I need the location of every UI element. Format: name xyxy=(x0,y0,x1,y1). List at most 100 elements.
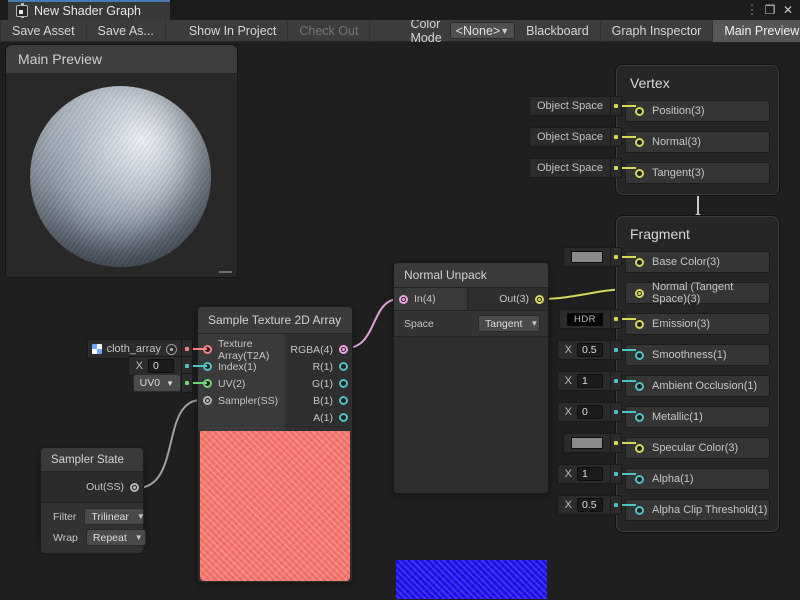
color-mode-dropdown[interactable]: <None> ▼ xyxy=(450,22,515,39)
port-specular-color[interactable] xyxy=(635,444,644,453)
port-dot xyxy=(181,373,193,393)
value-field[interactable]: 1 xyxy=(577,374,603,388)
fragment-node[interactable]: Fragment Base Color(3) Normal (Tangent S… xyxy=(616,216,779,532)
uv-channel-dropdown[interactable]: UV0 ▼ xyxy=(133,374,181,392)
port-dot xyxy=(610,495,622,515)
port-out3[interactable] xyxy=(535,295,544,304)
object-picker-icon[interactable] xyxy=(166,344,177,355)
main-preview-viewport[interactable] xyxy=(6,73,237,277)
port-alpha[interactable] xyxy=(635,475,644,484)
filter-label: Filter xyxy=(53,511,76,523)
texture-thumbnail-icon xyxy=(92,344,102,354)
output-rgba: RGBA(4) xyxy=(285,341,352,358)
toolbar: Save Asset Save As... Show In Project Ch… xyxy=(0,20,800,42)
port-smoothness[interactable] xyxy=(635,351,644,360)
save-as-button[interactable]: Save As... xyxy=(87,20,166,42)
port-normal-tangent-space[interactable] xyxy=(635,289,644,298)
alpha-clip-widget[interactable]: X 0.5 xyxy=(557,495,622,515)
specular-color-widget[interactable] xyxy=(563,433,622,453)
slot-label: UV(2) xyxy=(218,378,245,390)
wire-rgba-to-in4[interactable] xyxy=(346,299,399,348)
emission-hdr-widget[interactable]: HDR xyxy=(559,309,622,329)
maximize-icon[interactable]: ❐ xyxy=(762,1,778,19)
port-dot xyxy=(610,247,622,267)
value-field[interactable]: 0 xyxy=(577,405,603,419)
port-emission[interactable] xyxy=(635,320,644,329)
port-out-ss[interactable] xyxy=(130,483,139,492)
port-normal[interactable] xyxy=(635,138,644,147)
preview-sphere[interactable] xyxy=(30,86,211,267)
blackboard-toggle[interactable]: Blackboard xyxy=(515,20,601,42)
color-swatch[interactable] xyxy=(571,251,603,263)
port-sampler[interactable] xyxy=(203,396,212,405)
port-in4[interactable] xyxy=(399,295,408,304)
space-dropdown[interactable]: Tangent ▼ xyxy=(478,315,540,332)
x-label: X xyxy=(565,406,572,418)
panel-title: Main Preview xyxy=(18,51,102,67)
graph-canvas[interactable]: Main Preview Vertex Position(3) Normal(3… xyxy=(0,42,800,599)
slot-ambient-occlusion: Ambient Occlusion(1) xyxy=(625,375,770,397)
close-icon[interactable]: ✕ xyxy=(780,1,796,19)
slot-label: Out(3) xyxy=(499,293,529,305)
kebab-menu-icon[interactable]: ⋮ xyxy=(744,1,760,19)
chevron-down-icon: ▼ xyxy=(166,379,174,388)
output-out3: Out(3) xyxy=(468,288,548,310)
uv-channel-widget[interactable]: UV0 ▼ xyxy=(133,373,193,393)
wire-samplerstate-to-sampler[interactable] xyxy=(137,400,201,488)
main-preview-toggle[interactable]: Main Preview xyxy=(713,20,800,42)
normal-unpack-node[interactable]: Normal Unpack In(4) Out(3) Space Tangent… xyxy=(393,262,549,494)
uv-channel-value: UV0 xyxy=(140,377,160,389)
port-tangent[interactable] xyxy=(635,169,644,178)
value-field[interactable]: 1 xyxy=(577,467,603,481)
port-rgba[interactable] xyxy=(339,345,348,354)
vertex-node[interactable]: Vertex Position(3) Normal(3) Tangent(3) xyxy=(616,65,779,195)
sampler-state-node[interactable]: Sampler State Out(SS) Filter Trilinear ▼… xyxy=(40,447,144,547)
normal-map-preview xyxy=(396,560,547,599)
tab-new-shader-graph[interactable]: New Shader Graph xyxy=(8,0,170,20)
ambient-occlusion-widget[interactable]: X1 xyxy=(557,371,622,391)
port-metallic[interactable] xyxy=(635,413,644,422)
position-space-widget[interactable]: Object Space xyxy=(529,96,622,116)
alpha-widget[interactable]: X1 xyxy=(557,464,622,484)
slot-label: Specular Color(3) xyxy=(652,442,738,454)
port-base-color[interactable] xyxy=(635,258,644,267)
port-r[interactable] xyxy=(339,362,348,371)
port-a[interactable] xyxy=(339,413,348,422)
port-position[interactable] xyxy=(635,107,644,116)
port-dot xyxy=(610,340,622,360)
show-in-project-button[interactable]: Show In Project xyxy=(178,20,289,42)
save-asset-button[interactable]: Save Asset xyxy=(0,20,87,42)
port-dot xyxy=(610,96,622,116)
smoothness-widget[interactable]: X0.5 xyxy=(557,340,622,360)
slot-label: Normal (Tangent Space)(3) xyxy=(652,281,769,305)
shader-graph-window: New Shader Graph ⋮ ❐ ✕ Save Asset Save A… xyxy=(0,0,800,600)
chevron-down-icon: ▼ xyxy=(135,533,143,542)
normal-space-widget[interactable]: Object Space xyxy=(529,127,622,147)
filter-dropdown[interactable]: Trilinear ▼ xyxy=(84,508,144,525)
port-ambient-occlusion[interactable] xyxy=(635,382,644,391)
value-field[interactable]: 0 xyxy=(148,359,174,373)
main-preview-panel-header[interactable]: Main Preview xyxy=(6,45,237,73)
port-b[interactable] xyxy=(339,396,348,405)
wrap-dropdown[interactable]: Repeat ▼ xyxy=(86,529,146,546)
slot-alpha: Alpha(1) xyxy=(625,468,770,490)
panel-resize-handle[interactable] xyxy=(219,271,232,273)
value-field[interactable]: 0.5 xyxy=(577,343,603,357)
color-swatch[interactable] xyxy=(571,437,603,449)
input-texture-array: Texture Array(T2A) xyxy=(198,341,285,358)
slot-label: Metallic(1) xyxy=(652,411,703,423)
slot-label: Sampler(SS) xyxy=(218,395,278,407)
hdr-color-field[interactable]: HDR xyxy=(567,313,603,326)
value-field[interactable]: 0.5 xyxy=(577,498,603,512)
graph-inspector-toggle[interactable]: Graph Inspector xyxy=(601,20,714,42)
port-g[interactable] xyxy=(339,379,348,388)
main-preview-panel[interactable]: Main Preview xyxy=(5,44,238,278)
x-label: X xyxy=(565,499,572,511)
x-label: X xyxy=(565,468,572,480)
base-color-widget[interactable] xyxy=(563,247,622,267)
slot-label: RGBA(4) xyxy=(290,344,333,356)
sample-texture-2d-array-node[interactable]: Sample Texture 2D Array Texture Array(T2… xyxy=(197,306,353,583)
port-alpha-clip-threshold[interactable] xyxy=(635,506,644,515)
metallic-widget[interactable]: X0 xyxy=(557,402,622,422)
tangent-space-widget[interactable]: Object Space xyxy=(529,158,622,178)
